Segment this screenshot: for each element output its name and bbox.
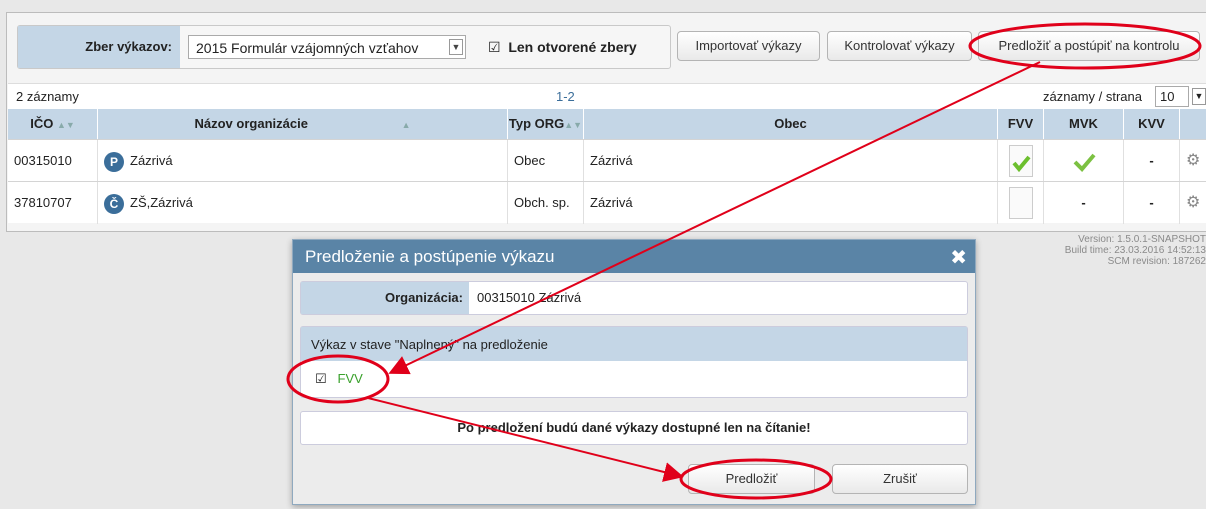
cancel-button[interactable]: Zrušiť: [832, 464, 968, 494]
column-header-name[interactable]: Názov organizácie ▲: [98, 109, 508, 139]
cell-name: Č ZŠ,Zázrivá: [98, 182, 508, 224]
collection-select-value: 2015 Formulár vzájomných vzťahov: [196, 40, 419, 56]
cell-mvk: [1044, 140, 1124, 182]
submit-to-check-button[interactable]: Predložiť a postúpiť na kontrolu: [978, 31, 1200, 61]
cell-ico: 00315010: [8, 140, 98, 182]
table-row[interactable]: 00315010 P Zázrivá Obec Zázrivá - ⚙: [8, 139, 1206, 182]
check-icon: [1073, 153, 1096, 172]
record-count: 2 záznamy: [16, 89, 79, 104]
reports-panel: Výkaz v stave "Naplnený" na predloženie …: [300, 326, 968, 398]
submit-dialog: Predloženie a postúpenie výkazu ✖ Organi…: [292, 239, 976, 505]
checkbox-icon[interactable]: ☑: [488, 39, 501, 55]
gear-icon[interactable]: ⚙: [1180, 182, 1206, 224]
build-info: Version: 1.5.0.1-SNAPSHOT Build time: 23…: [1006, 234, 1206, 267]
document-checked-icon[interactable]: [1009, 145, 1033, 177]
open-only-label: Len otvorené zbery: [508, 39, 637, 55]
org-type-badge: P: [104, 151, 124, 172]
fvv-label: FVV: [337, 371, 363, 386]
filter-label: Zber výkazov:: [18, 26, 180, 68]
org-name: ZŠ,Zázrivá: [130, 195, 193, 210]
column-header-town[interactable]: Obec: [584, 109, 998, 139]
close-icon[interactable]: ✖: [950, 245, 967, 270]
readonly-warning: Po predložení budú dané výkazy dostupné …: [300, 411, 968, 445]
cell-town: Zázrivá: [584, 182, 998, 224]
organization-value: 00315010 Zázrivá: [477, 290, 582, 305]
gear-icon[interactable]: ⚙: [1180, 140, 1206, 182]
document-icon[interactable]: [1009, 187, 1033, 219]
checkbox-icon[interactable]: ☑: [315, 371, 327, 386]
chevron-down-icon[interactable]: ▼: [449, 39, 463, 55]
cell-fvv[interactable]: [998, 182, 1044, 224]
cell-mvk: -: [1044, 182, 1124, 224]
chevron-down-icon[interactable]: ▼: [1192, 88, 1206, 105]
column-header-kvv: KVV: [1124, 109, 1180, 139]
cell-kvv: -: [1124, 140, 1180, 182]
reports-section-title: Výkaz v stave "Naplnený" na predloženie: [301, 327, 967, 361]
scm-revision-text: SCM revision: 187262: [1107, 256, 1206, 267]
org-name: Zázrivá: [130, 153, 173, 168]
organization-label: Organizácia:: [301, 282, 469, 314]
submit-button[interactable]: Predložiť: [688, 464, 815, 494]
cell-ico: 37810707: [8, 182, 98, 224]
build-time-text: Build time: 23.03.2016 14:52:13: [1064, 245, 1206, 256]
cell-name: P Zázrivá: [98, 140, 508, 182]
column-header-mvk: MVK: [1044, 109, 1124, 139]
page-range[interactable]: 1-2: [556, 89, 575, 104]
table-row[interactable]: 37810707 Č ZŠ,Zázrivá Obch. sp. Zázrivá -…: [8, 181, 1206, 224]
filter-panel: Zber výkazov: 2015 Formulár vzájomných v…: [17, 25, 671, 69]
per-page-label: záznamy / strana: [1043, 89, 1142, 104]
per-page-select[interactable]: 10: [1155, 86, 1189, 107]
cell-town: Zázrivá: [584, 140, 998, 182]
cell-fvv[interactable]: [998, 140, 1044, 182]
collection-select[interactable]: 2015 Formulár vzájomných vzťahov ▼: [188, 35, 466, 59]
open-only-checkbox[interactable]: ☑ Len otvorené zbery: [488, 39, 637, 56]
per-page-value: 10: [1160, 89, 1175, 104]
column-header-fvv: FVV: [998, 109, 1044, 139]
cell-kvv: -: [1124, 182, 1180, 224]
import-button[interactable]: Importovať výkazy: [677, 31, 820, 61]
org-type-badge: Č: [104, 193, 124, 214]
check-button[interactable]: Kontrolovať výkazy: [827, 31, 972, 61]
column-header-ico[interactable]: IČO ▲▼: [8, 109, 98, 139]
fvv-checkbox[interactable]: ☑ FVV: [315, 371, 363, 387]
list-info-bar: 2 záznamy 1-2 záznamy / strana 10 ▼: [8, 83, 1206, 109]
dialog-title-text: Predloženie a postúpenie výkazu: [305, 247, 555, 266]
organization-panel: Organizácia: 00315010 Zázrivá: [300, 281, 968, 315]
column-header-actions: [1180, 109, 1206, 139]
cell-type: Obch. sp.: [508, 182, 584, 224]
dialog-title: Predloženie a postúpenie výkazu ✖: [293, 240, 975, 273]
column-header-type[interactable]: Typ ORG▲▼: [508, 109, 584, 139]
main-page: Zber výkazov: 2015 Formulár vzájomných v…: [6, 12, 1206, 232]
cell-type: Obec: [508, 140, 584, 182]
version-text: Version: 1.5.0.1-SNAPSHOT: [1078, 234, 1206, 245]
